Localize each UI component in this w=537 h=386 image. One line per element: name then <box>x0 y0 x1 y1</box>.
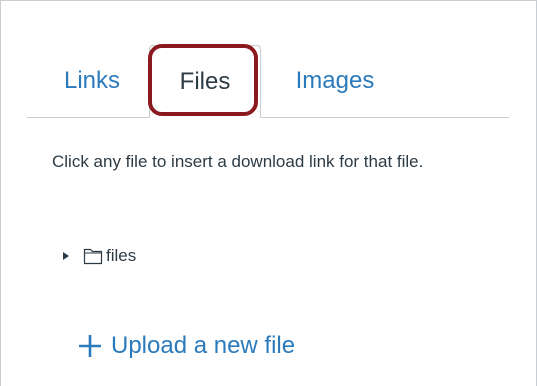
tab-files[interactable]: Files <box>149 45 261 118</box>
folder-icon <box>83 248 103 265</box>
files-panel: Links Files Images Click any file to ins… <box>0 0 537 386</box>
instructions-text: Click any file to insert a download link… <box>52 152 424 171</box>
tab-images[interactable]: Images <box>281 45 389 117</box>
folder-label: files <box>106 246 137 265</box>
upload-new-file-button[interactable]: Upload a new file <box>77 327 295 365</box>
upload-label: Upload a new file <box>111 332 296 359</box>
folder-tree-item[interactable]: files <box>63 241 136 271</box>
tab-bar: Links Files Images <box>27 45 509 118</box>
tab-links[interactable]: Links <box>41 45 143 117</box>
plus-icon <box>79 335 101 357</box>
expand-caret-icon[interactable] <box>63 252 69 260</box>
